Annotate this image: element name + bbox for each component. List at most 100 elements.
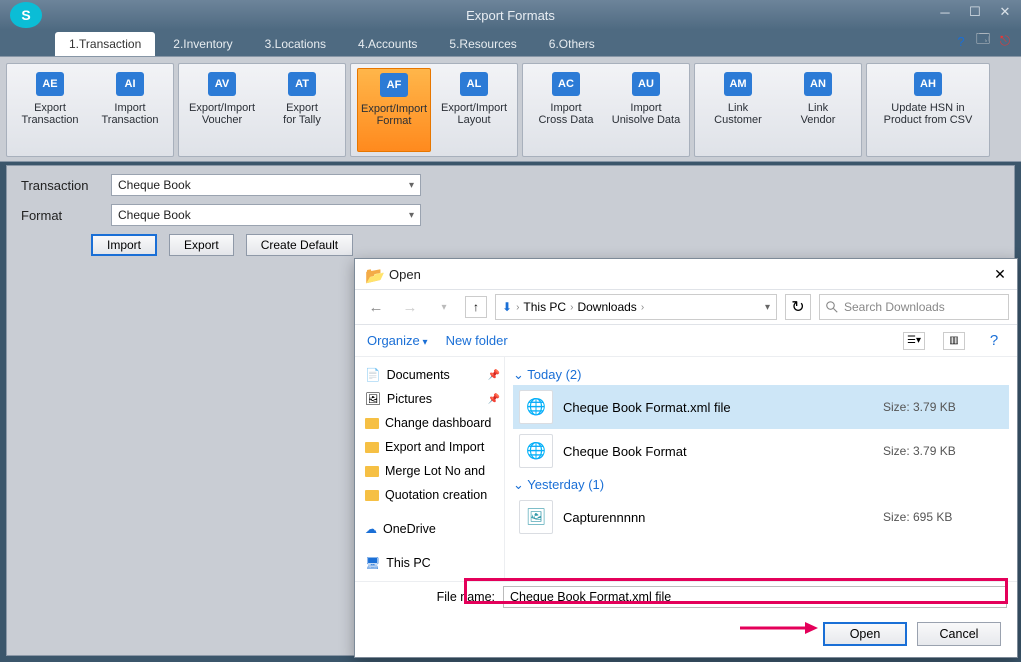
ribbon-icon: AF bbox=[380, 73, 408, 97]
help-icon[interactable]: ? bbox=[953, 33, 969, 49]
tab-accounts[interactable]: 4.Accounts bbox=[344, 32, 431, 56]
ribbon-link-vendor[interactable]: ANLinkVendor bbox=[781, 68, 855, 152]
nav-recent-button[interactable]: ▾ bbox=[431, 294, 457, 320]
dialog-help-icon[interactable]: ? bbox=[983, 332, 1005, 350]
nav-forward-button[interactable]: → bbox=[397, 294, 423, 320]
documents-icon: 📄 bbox=[365, 368, 381, 383]
maximize-button[interactable]: ☐ bbox=[965, 4, 985, 20]
file-name: Capturennnnn bbox=[563, 510, 873, 525]
ribbon-label: LinkCustomer bbox=[714, 102, 762, 126]
window-title: Export Formats bbox=[0, 8, 1021, 23]
nav-thispc[interactable]: 🖥This PC bbox=[359, 551, 500, 575]
ribbon-icon: AU bbox=[632, 72, 660, 96]
view-options-button[interactable]: ☰▾ bbox=[903, 332, 925, 350]
nav-folder-1[interactable]: Change dashboard bbox=[359, 411, 500, 435]
ribbon-label: Export/ImportFormat bbox=[361, 103, 427, 127]
search-icon bbox=[826, 301, 838, 313]
import-button[interactable]: Import bbox=[91, 234, 157, 256]
organize-menu[interactable]: Organize bbox=[367, 333, 428, 348]
chevron-right-icon: › bbox=[516, 302, 519, 313]
nav-documents[interactable]: 📄Documents📌 bbox=[359, 363, 500, 387]
filename-input[interactable] bbox=[503, 586, 1007, 608]
nav-onedrive[interactable]: ☁OneDrive bbox=[359, 517, 500, 541]
ribbon-group: AH Update HSN inProduct from CSV bbox=[866, 63, 990, 157]
ribbon-tabs: 1.Transaction 2.Inventory 3.Locations 4.… bbox=[0, 30, 1021, 56]
preview-pane-button[interactable]: ▥ bbox=[943, 332, 965, 350]
tab-others[interactable]: 6.Others bbox=[535, 32, 609, 56]
ribbon-export-transaction[interactable]: AE ExportTransaction bbox=[13, 68, 87, 152]
dialog-close-button[interactable]: ✕ bbox=[991, 265, 1009, 283]
cancel-button[interactable]: Cancel bbox=[917, 622, 1001, 646]
dialog-title: Open bbox=[389, 267, 421, 282]
search-input[interactable]: Search Downloads bbox=[819, 294, 1009, 320]
calculator-icon[interactable]: 🗔 bbox=[975, 33, 991, 49]
ribbon-link-customer[interactable]: AMLinkCustomer bbox=[701, 68, 775, 152]
format-label: Format bbox=[21, 208, 111, 223]
address-bar[interactable]: ⬇ › This PC › Downloads › ▾ bbox=[495, 294, 777, 320]
open-button[interactable]: Open bbox=[823, 622, 907, 646]
ribbon-label: Update HSN inProduct from CSV bbox=[884, 102, 973, 126]
format-combo[interactable]: Cheque Book bbox=[111, 204, 421, 226]
tab-locations[interactable]: 3.Locations bbox=[251, 32, 340, 56]
ribbon-group: AVExport/ImportVoucherATExportfor Tally bbox=[178, 63, 346, 157]
annotation-arrow bbox=[740, 618, 820, 638]
ribbon-import-cross-data[interactable]: ACImportCross Data bbox=[529, 68, 603, 152]
group-yesterday[interactable]: Yesterday (1) bbox=[513, 477, 1009, 493]
ribbon-export-import-voucher[interactable]: AVExport/ImportVoucher bbox=[185, 68, 259, 152]
nav-back-button[interactable]: ← bbox=[363, 294, 389, 320]
transaction-label: Transaction bbox=[21, 178, 111, 193]
new-folder-button[interactable]: New folder bbox=[446, 333, 508, 348]
cloud-icon: ☁ bbox=[365, 522, 377, 536]
refresh-button[interactable]: ↻ bbox=[785, 294, 811, 320]
create-default-button[interactable]: Create Default bbox=[246, 234, 353, 256]
close-button[interactable]: ✕ bbox=[995, 4, 1015, 20]
file-item[interactable]: 🖼 Capturennnnn Size: 695 KB bbox=[513, 495, 1009, 539]
nav-up-button[interactable]: ↑ bbox=[465, 296, 487, 318]
ribbon-export-for-tally[interactable]: ATExportfor Tally bbox=[265, 68, 339, 152]
ribbon-update-hsn-in-product-from-csv[interactable]: AH Update HSN inProduct from CSV bbox=[873, 68, 983, 152]
nav-pictures[interactable]: 🖼Pictures📌 bbox=[359, 387, 500, 411]
nav-folder-2[interactable]: Export and Import bbox=[359, 435, 500, 459]
ribbon-export-import-layout[interactable]: ALExport/ImportLayout bbox=[437, 68, 511, 152]
ribbon-import-transaction[interactable]: AIImportTransaction bbox=[93, 68, 167, 152]
dialog-nav-row: ← → ▾ ↑ ⬇ › This PC › Downloads › ▾ ↻ Se… bbox=[355, 289, 1017, 325]
search-placeholder: Search Downloads bbox=[844, 300, 945, 314]
nav-folder-3[interactable]: Merge Lot No and bbox=[359, 459, 500, 483]
chevron-down-icon[interactable]: ▾ bbox=[765, 302, 770, 313]
file-list[interactable]: Today (2) 🌐 Cheque Book Format.xml file … bbox=[505, 357, 1017, 581]
ribbon-icon: AE bbox=[36, 72, 64, 96]
file-item[interactable]: 🌐 Cheque Book Format.xml file Size: 3.79… bbox=[513, 385, 1009, 429]
file-item[interactable]: 🌐 Cheque Book Format Size: 3.79 KB bbox=[513, 429, 1009, 473]
folder-icon bbox=[365, 490, 379, 501]
minimize-button[interactable]: ─ bbox=[935, 4, 955, 20]
format-value: Cheque Book bbox=[118, 208, 191, 222]
ribbon-icon: AC bbox=[552, 72, 580, 96]
exit-icon[interactable]: ⎋ bbox=[997, 33, 1013, 49]
ribbon-icon: AH bbox=[914, 72, 942, 96]
dialog-icon: 📂 bbox=[365, 266, 381, 282]
app-logo-icon: S bbox=[10, 2, 42, 28]
nav-folder-3-label: Merge Lot No and bbox=[385, 464, 485, 478]
group-today[interactable]: Today (2) bbox=[513, 367, 1009, 383]
dialog-nav-pane[interactable]: 📄Documents📌 🖼Pictures📌 Change dashboard … bbox=[355, 357, 505, 581]
open-file-dialog: 📂 Open ✕ ← → ▾ ↑ ⬇ › This PC › Downloads… bbox=[354, 258, 1018, 658]
nav-folder-4-label: Quotation creation bbox=[385, 488, 487, 502]
file-name: Cheque Book Format bbox=[563, 444, 873, 459]
ribbon-icon: AV bbox=[208, 72, 236, 96]
folder-icon bbox=[365, 466, 379, 477]
export-button[interactable]: Export bbox=[169, 234, 234, 256]
tab-resources[interactable]: 5.Resources bbox=[435, 32, 530, 56]
chevron-right-icon: › bbox=[641, 302, 644, 313]
nav-folder-4[interactable]: Quotation creation bbox=[359, 483, 500, 507]
pc-icon: 🖥 bbox=[365, 556, 380, 570]
ribbon-import-unisolve-data[interactable]: AUImportUnisolve Data bbox=[609, 68, 683, 152]
transaction-combo[interactable]: Cheque Book bbox=[111, 174, 421, 196]
crumb-thispc[interactable]: This PC bbox=[523, 300, 566, 314]
ribbon-export-import-format[interactable]: AF Export/ImportFormat bbox=[357, 68, 431, 152]
tab-inventory[interactable]: 2.Inventory bbox=[159, 32, 246, 56]
xml-file-icon: 🌐 bbox=[519, 390, 553, 424]
title-bar: S Export Formats ─ ☐ ✕ bbox=[0, 0, 1021, 30]
crumb-downloads[interactable]: Downloads bbox=[577, 300, 636, 314]
tab-transaction[interactable]: 1.Transaction bbox=[55, 32, 155, 56]
ribbon-label: ExportTransaction bbox=[21, 102, 78, 126]
